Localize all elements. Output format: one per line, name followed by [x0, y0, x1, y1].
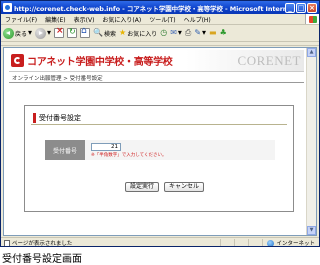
menu-help[interactable]: ヘルプ(H): [180, 15, 215, 24]
folder-icon: ▬: [209, 28, 217, 37]
cancel-button[interactable]: キャンセル: [164, 182, 205, 192]
stop-icon: [54, 26, 65, 38]
status-segment: [248, 238, 262, 246]
status-message: ページが表示されました: [12, 241, 73, 247]
home-icon: [80, 26, 91, 38]
site-header: コアネット学園中学校・高等学校 CORENET: [9, 50, 304, 72]
chevron-down-icon: ▾: [28, 28, 33, 37]
back-arrow-icon: [3, 27, 14, 39]
chevron-down-icon: ▾: [202, 28, 207, 37]
menu-bar: ファイル(F) 編集(E) 表示(V) お気に入り(A) ツール(T) ヘルプ(…: [1, 14, 319, 25]
window-title: http://corenet.check-web.info - コアネット学園中…: [14, 4, 285, 13]
vertical-scrollbar[interactable]: ▲ ▼: [306, 48, 316, 235]
zone-label: インターネット: [276, 241, 315, 247]
minimize-button[interactable]: _: [285, 2, 295, 13]
refresh-icon: [67, 27, 78, 38]
figure-caption: 受付番号設定画面: [2, 254, 82, 265]
panel-title-divider: [31, 124, 287, 125]
button-row: 設定実行 キャンセル: [125, 182, 205, 192]
messenger-button[interactable]: ♣: [220, 28, 227, 38]
search-label: 検索: [104, 30, 117, 38]
favorites-label: お気に入り: [127, 30, 158, 38]
search-icon: 🔍: [93, 28, 104, 37]
forward-button[interactable]: ▾: [35, 27, 52, 39]
globe-icon: [267, 239, 275, 246]
chevron-down-icon: ▾: [177, 28, 182, 37]
corenet-logo: CORENET: [237, 52, 301, 68]
ie-icon: [3, 3, 12, 12]
input-hint: ※「半角数字」で入力してください。: [91, 152, 167, 158]
menu-view[interactable]: 表示(V): [70, 15, 99, 24]
menu-file[interactable]: ファイル(F): [1, 15, 41, 24]
history-icon: ◷: [160, 28, 168, 37]
menu-favorites[interactable]: お気に入り(A): [98, 15, 145, 24]
print-button[interactable]: ⎙: [185, 28, 191, 38]
form-row: 受付番号 21 ※「半角数字」で入力してください。: [45, 140, 275, 160]
maximize-button[interactable]: □: [296, 2, 306, 13]
breadcrumb-divider: [9, 82, 304, 83]
toolbar: 戻る ▾ ▾ 🔍 検索 ★ お気に入り ◷ ✉▾ ⎙ ✎▾ ▬ ♣: [1, 25, 319, 42]
school-logo-icon: [11, 54, 24, 67]
security-zone: インターネット: [262, 239, 319, 247]
mail-button[interactable]: ✉ ▾: [170, 28, 182, 38]
menu-edit[interactable]: 編集(E): [41, 15, 69, 24]
favorites-button[interactable]: ★ お気に入り: [119, 28, 157, 38]
page-viewport: コアネット学園中学校・高等学校 CORENET オンライン出願管理 > 受付番号…: [3, 47, 317, 236]
receipt-number-input[interactable]: 21: [91, 142, 121, 151]
settings-panel: 受付番号設定 受付番号 21 ※「半角数字」で入力してください。 設定実行 キャ…: [24, 105, 294, 212]
page-icon: [4, 239, 10, 246]
history-button[interactable]: ◷: [160, 28, 167, 38]
breadcrumb: オンライン出願管理 > 受付番号設定: [12, 76, 103, 82]
chevron-down-icon: ▾: [47, 28, 52, 37]
star-icon: ★: [119, 28, 127, 37]
title-bar: http://corenet.check-web.info - コアネット学園中…: [1, 1, 319, 14]
browser-window: http://corenet.check-web.info - コアネット学園中…: [0, 0, 320, 247]
print-icon: ⎙: [184, 28, 192, 37]
address-bar-edge: [1, 42, 319, 46]
school-name: コアネット学園中学校・高等学校: [27, 57, 173, 68]
scroll-up-icon[interactable]: ▲: [307, 48, 316, 57]
status-segment: [234, 238, 248, 246]
folder-button[interactable]: ▬: [209, 28, 217, 38]
home-button[interactable]: [80, 26, 91, 38]
search-button[interactable]: 🔍 検索: [93, 28, 116, 38]
window-controls: _ □ ×: [285, 2, 317, 13]
status-segment: [220, 238, 234, 246]
close-button[interactable]: ×: [307, 2, 317, 13]
back-button[interactable]: 戻る ▾: [3, 27, 33, 39]
panel-title: 受付番号設定: [33, 113, 81, 123]
edit-button[interactable]: ✎ ▾: [194, 28, 206, 38]
submit-button[interactable]: 設定実行: [125, 182, 160, 192]
scroll-down-icon[interactable]: ▼: [307, 226, 316, 235]
mail-icon: ✉: [170, 28, 177, 37]
stop-button[interactable]: [54, 26, 65, 38]
back-label: 戻る: [15, 30, 28, 38]
status-message-area: ページが表示されました: [1, 239, 220, 247]
status-bar: ページが表示されました インターネット: [1, 237, 319, 247]
refresh-button[interactable]: [67, 27, 78, 38]
messenger-icon: ♣: [219, 28, 227, 37]
edit-icon: ✎: [194, 28, 202, 37]
windows-logo-icon: [305, 14, 319, 24]
field-label: 受付番号: [45, 140, 85, 160]
field-cell: 21 ※「半角数字」で入力してください。: [85, 140, 275, 160]
menu-tools[interactable]: ツール(T): [145, 15, 179, 24]
forward-arrow-icon: [35, 27, 47, 39]
